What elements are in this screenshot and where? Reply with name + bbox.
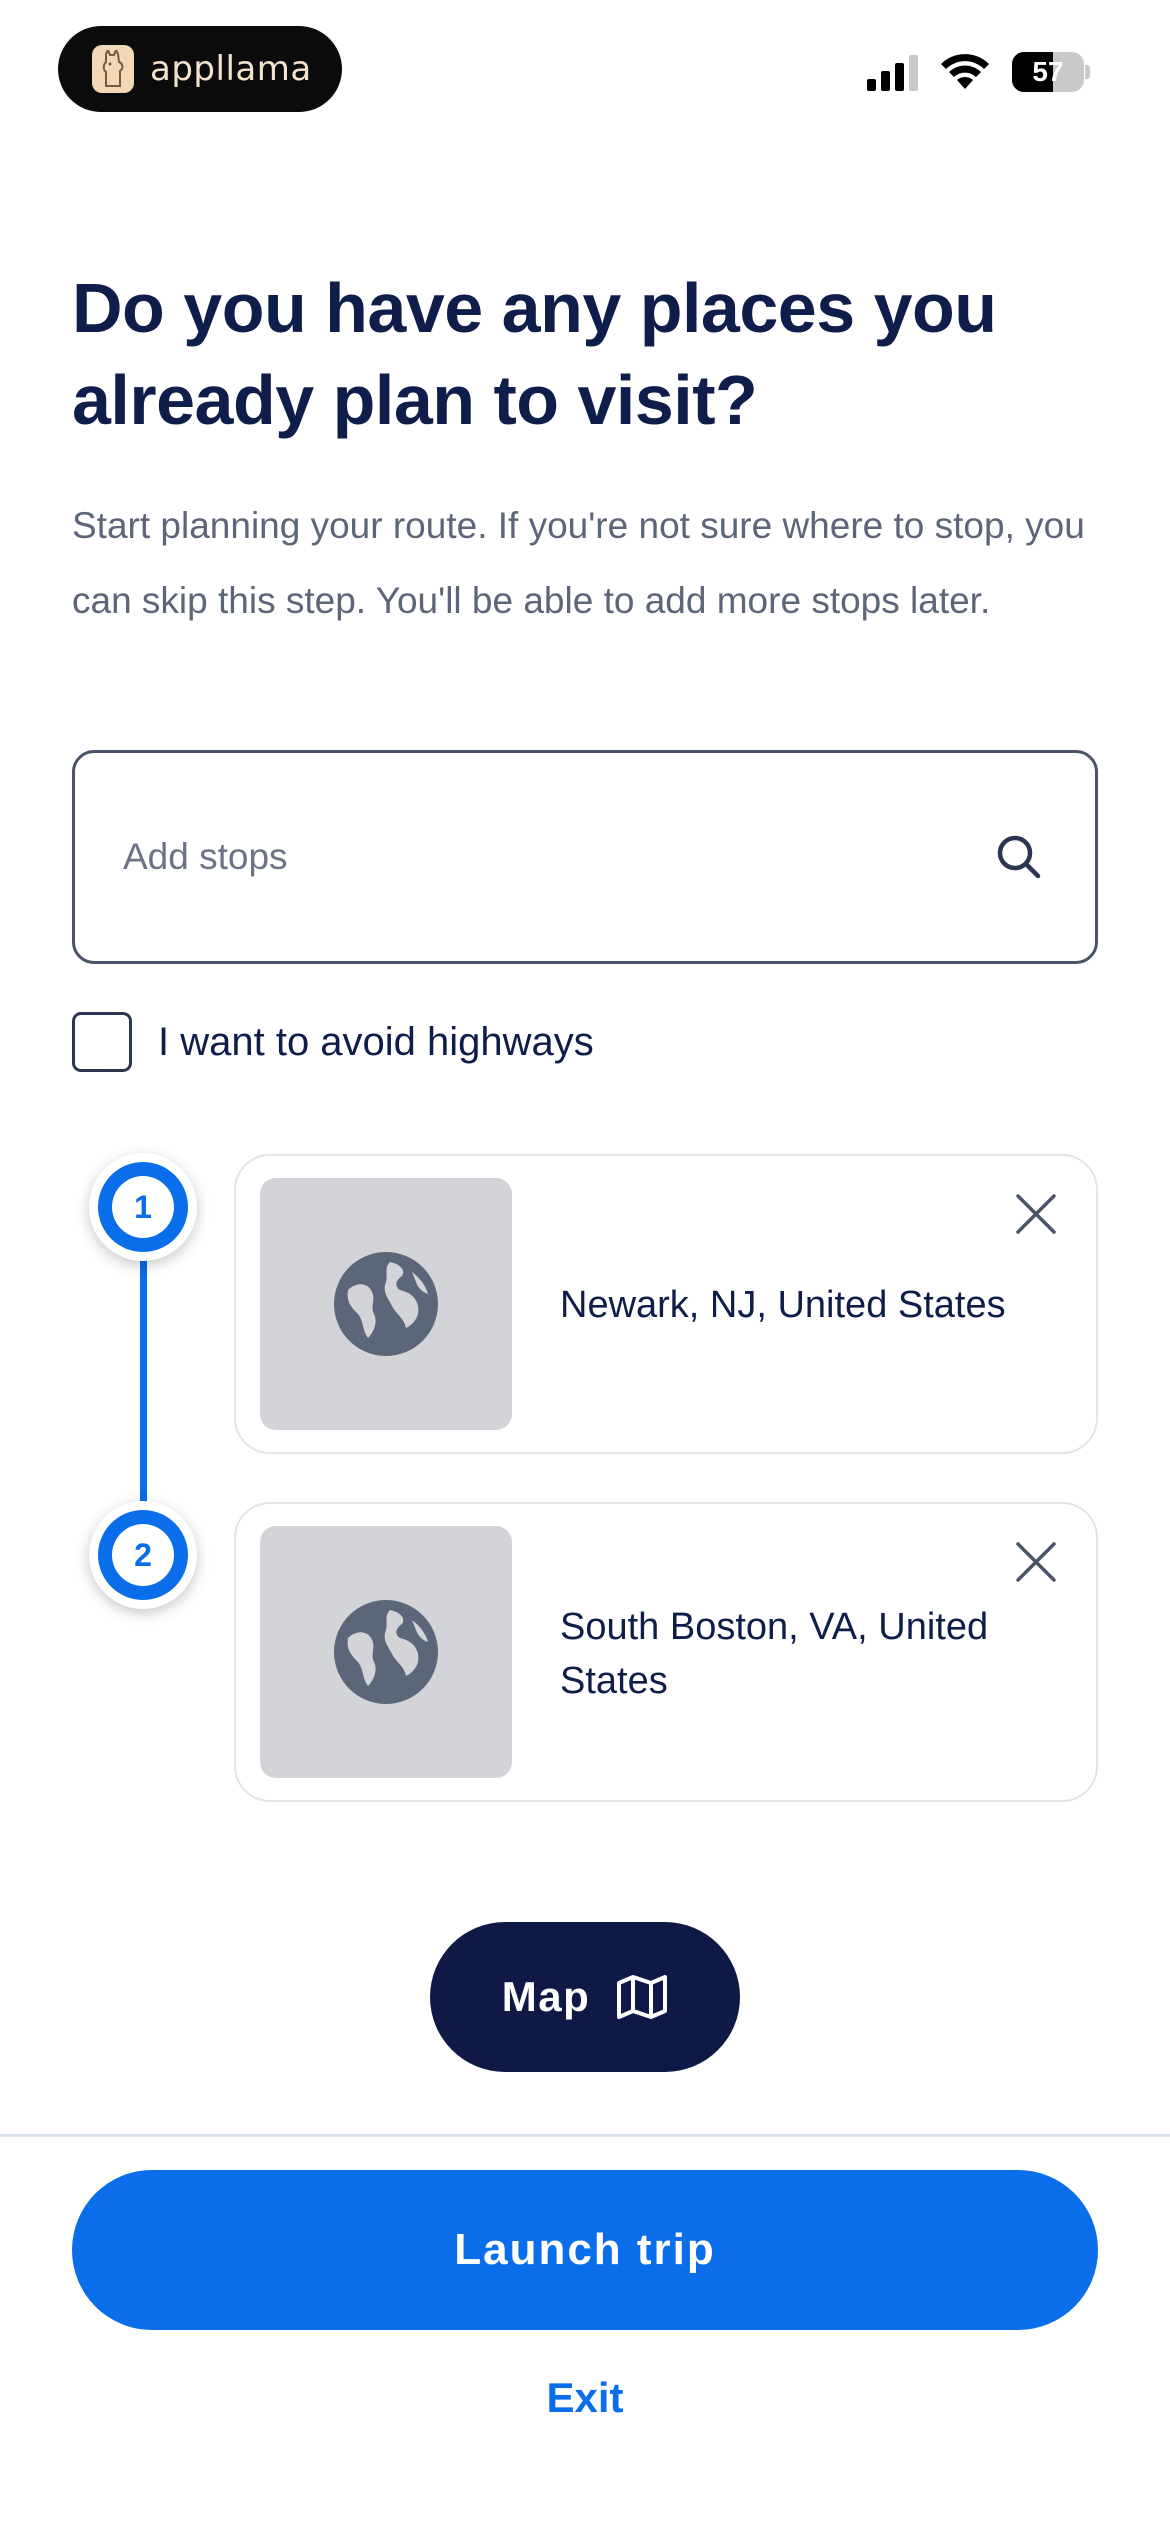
stop-number: 2 [112, 1524, 174, 1586]
stop-thumbnail [260, 1526, 512, 1778]
exit-link[interactable]: Exit [485, 2374, 685, 2434]
launch-trip-button[interactable]: Launch trip [72, 2170, 1098, 2330]
stop-name: South Boston, VA, United States [560, 1606, 989, 1702]
brand-pill[interactable]: appllama [58, 26, 342, 112]
close-icon[interactable] [1015, 1193, 1057, 1235]
status-bar: appllama 57 [0, 0, 1170, 140]
globe-icon [334, 1252, 438, 1356]
map-button-label: Map [501, 1973, 591, 2020]
page-title: Do you have any places you already plan … [72, 269, 997, 439]
system-icons: 57 [867, 52, 1090, 92]
stop-card[interactable]: Newark, NJ, United States [234, 1154, 1098, 1454]
stop-number-marker: 2 [89, 1501, 197, 1609]
remove-stop-button[interactable] [1012, 1190, 1060, 1238]
stop-name: Newark, NJ, United States [560, 1284, 1006, 1326]
stop-number-marker: 1 [89, 1153, 197, 1261]
battery-icon: 57 [1012, 52, 1090, 92]
add-stops-search-box[interactable] [72, 750, 1098, 964]
map-button[interactable]: Map [430, 1922, 740, 2072]
battery-level: 57 [1032, 56, 1064, 87]
avoid-highways-option[interactable]: I want to avoid highways [72, 1012, 594, 1072]
signal-icon [867, 53, 918, 91]
search-icon[interactable] [991, 829, 1047, 885]
brand-name: appllama [150, 49, 312, 89]
map-icon [617, 1975, 668, 2019]
llama-logo-icon [92, 45, 134, 93]
stop-number: 1 [112, 1176, 174, 1238]
remove-stop-button[interactable] [1012, 1538, 1060, 1586]
footer-divider [0, 2134, 1170, 2137]
page-subtitle: Start planning your route. If you're not… [72, 505, 1085, 621]
wifi-icon [941, 54, 989, 89]
avoid-highways-label[interactable]: I want to avoid highways [158, 1020, 594, 1065]
add-stops-input[interactable] [123, 836, 991, 878]
globe-icon [334, 1600, 438, 1704]
stop-thumbnail [260, 1178, 512, 1430]
close-icon[interactable] [1015, 1541, 1057, 1583]
avoid-highways-checkbox[interactable] [72, 1012, 132, 1072]
stop-card[interactable]: South Boston, VA, United States [234, 1502, 1098, 1802]
